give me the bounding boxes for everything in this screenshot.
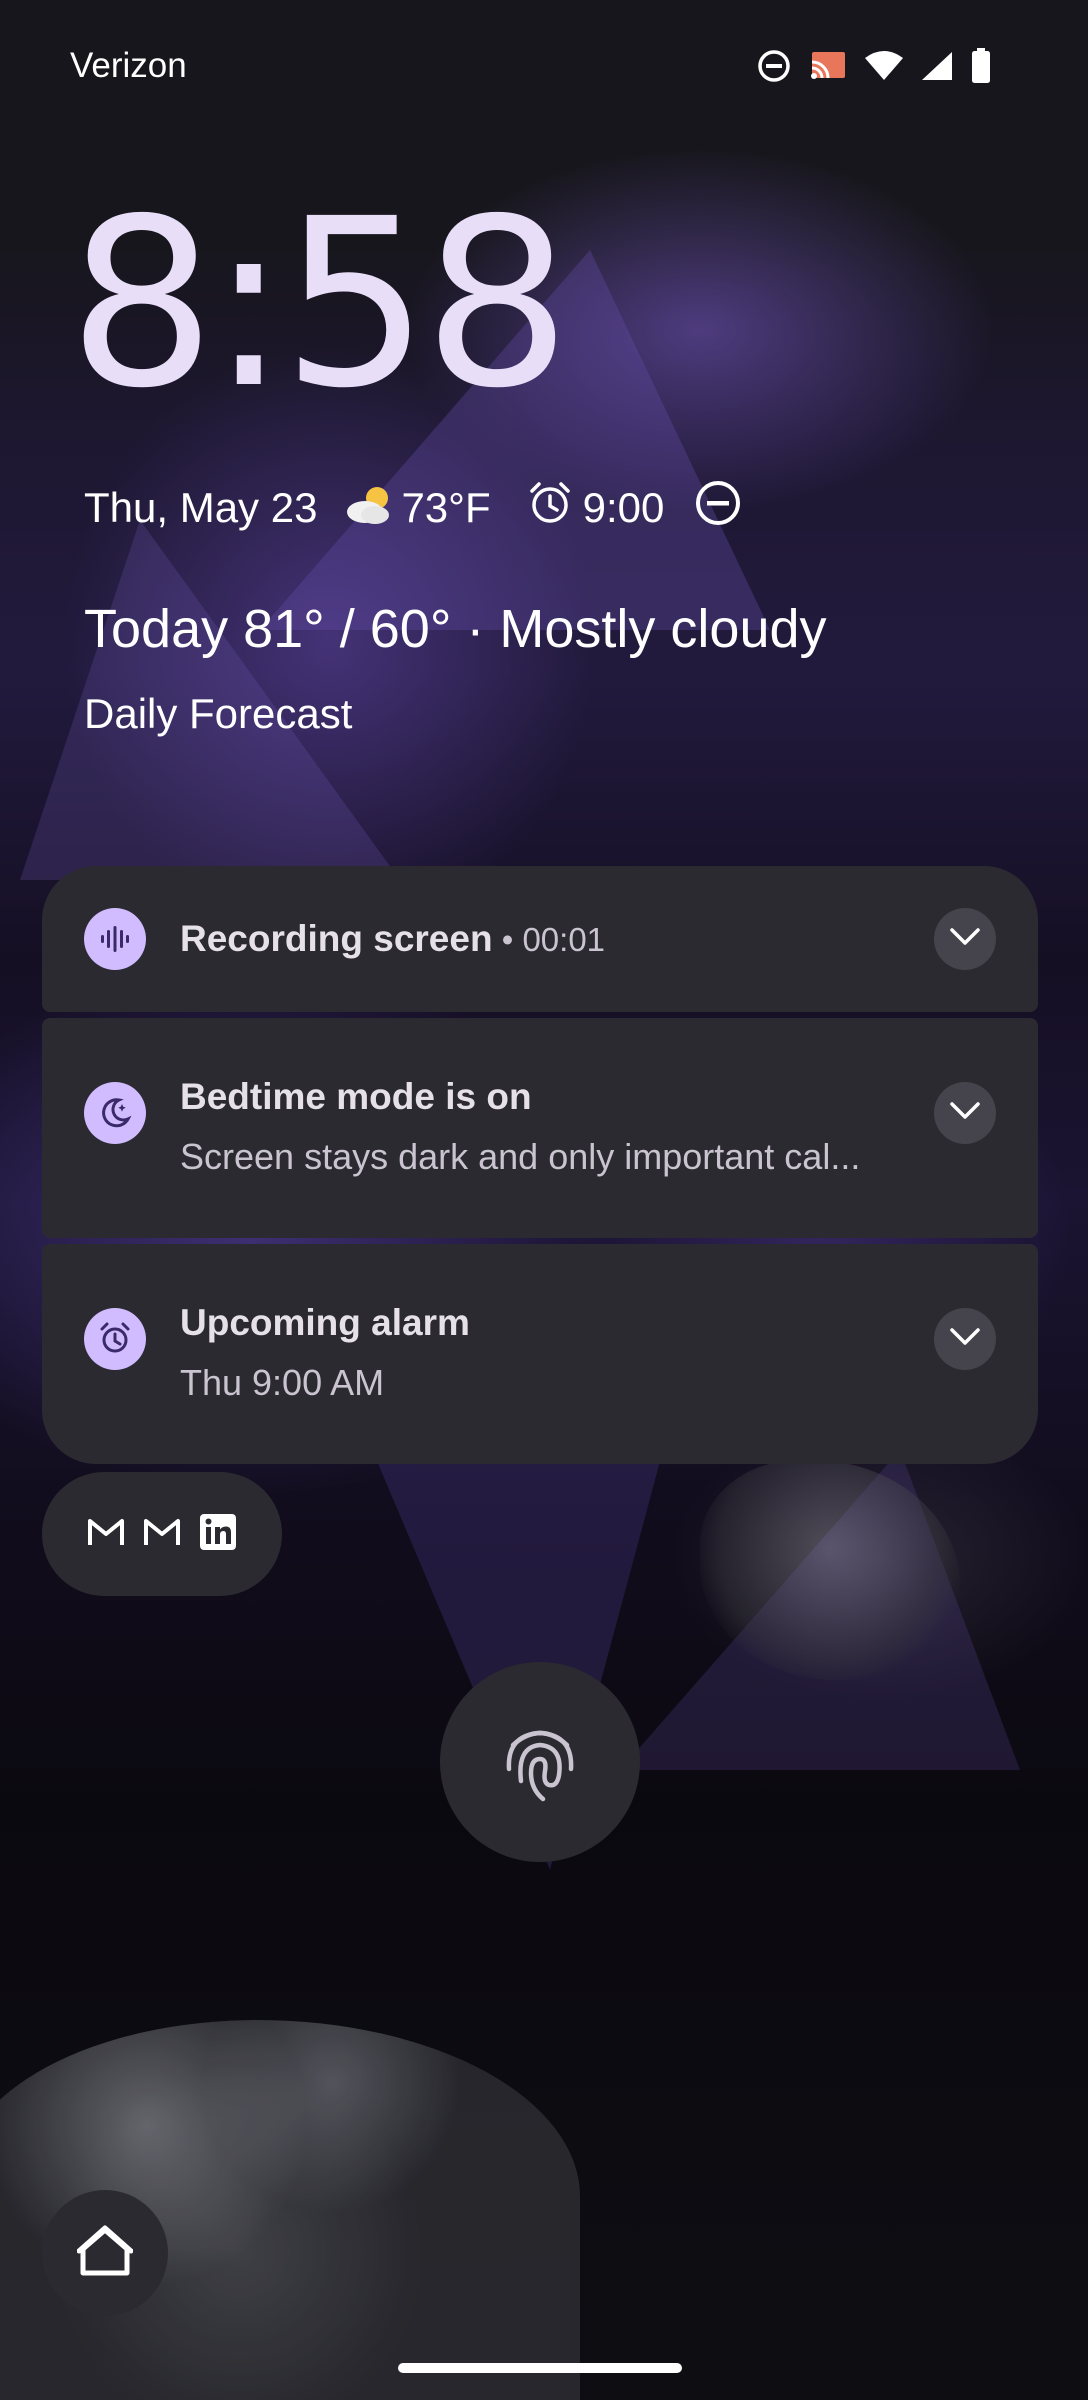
- alarm-clock-icon: [84, 1308, 146, 1370]
- chevron-down-icon: [948, 1100, 982, 1127]
- gesture-nav-handle[interactable]: [398, 2363, 682, 2373]
- fingerprint-icon: [501, 1715, 579, 1810]
- wifi-icon: [864, 50, 904, 82]
- notification-elapsed-time: • 00:01: [492, 921, 606, 958]
- battery-icon: [970, 48, 992, 84]
- expand-button[interactable]: [934, 1308, 996, 1370]
- expand-button[interactable]: [934, 908, 996, 970]
- carrier-name: Verizon: [70, 46, 187, 85]
- home-icon: [76, 2225, 134, 2282]
- linkedin-icon: [199, 1513, 237, 1556]
- chevron-down-icon: [948, 1326, 982, 1353]
- alarm-time-label: 9:00: [582, 484, 665, 531]
- chevron-down-icon: [948, 926, 982, 953]
- fingerprint-unlock-button[interactable]: [440, 1662, 640, 1862]
- status-icons: [756, 48, 992, 84]
- gmail-icon: [87, 1517, 125, 1552]
- notification-text: Screen stays dark and only important cal…: [180, 1136, 861, 1177]
- smartspace-row[interactable]: Thu, May 23 73°F 9:00: [84, 476, 742, 540]
- forecast-subtitle[interactable]: Daily Forecast: [84, 690, 352, 738]
- wallpaper-crystal: [700, 1460, 960, 1680]
- partly-cloudy-icon: [343, 480, 397, 536]
- do-not-disturb-icon: [756, 48, 792, 84]
- screen-record-icon: [84, 908, 146, 970]
- notification-title-text: Recording screen: [180, 918, 493, 959]
- date-label: Thu, May 23: [84, 484, 318, 531]
- notification-title: Bedtime mode is on: [180, 1076, 532, 1117]
- temperature-label: 73°F: [401, 484, 491, 531]
- home-controls-button[interactable]: [42, 2190, 168, 2316]
- alarm-clock-icon: [527, 480, 573, 536]
- notification-upcoming-alarm[interactable]: Upcoming alarm Thu 9:00 AM: [42, 1244, 1038, 1464]
- notification-recording-screen[interactable]: Recording screen • 00:01: [42, 866, 1038, 1012]
- gmail-icon: [143, 1517, 181, 1552]
- cell-signal-icon: [920, 50, 954, 82]
- expand-button[interactable]: [934, 1082, 996, 1144]
- notification-stack: Recording screen • 00:01 Bedtime mode is…: [42, 866, 1038, 1464]
- notification-text: Thu 9:00 AM: [180, 1362, 385, 1403]
- lock-screen: Verizon 8:58 Thu, May 23 73°F 9:00 Today…: [0, 0, 1088, 2400]
- cast-icon: [808, 49, 848, 83]
- notification-title: Recording screen • 00:01: [180, 918, 605, 960]
- bedtime-moon-icon: [84, 1082, 146, 1144]
- notification-app-icons[interactable]: [42, 1472, 282, 1596]
- lockscreen-clock: 8:58: [68, 169, 571, 439]
- notification-bedtime-mode[interactable]: Bedtime mode is on Screen stays dark and…: [42, 1018, 1038, 1238]
- status-bar: Verizon: [0, 0, 1088, 136]
- notification-title: Upcoming alarm: [180, 1302, 470, 1343]
- forecast-headline[interactable]: Today 81° / 60° · Mostly cloudy: [84, 598, 827, 660]
- do-not-disturb-icon: [694, 479, 742, 537]
